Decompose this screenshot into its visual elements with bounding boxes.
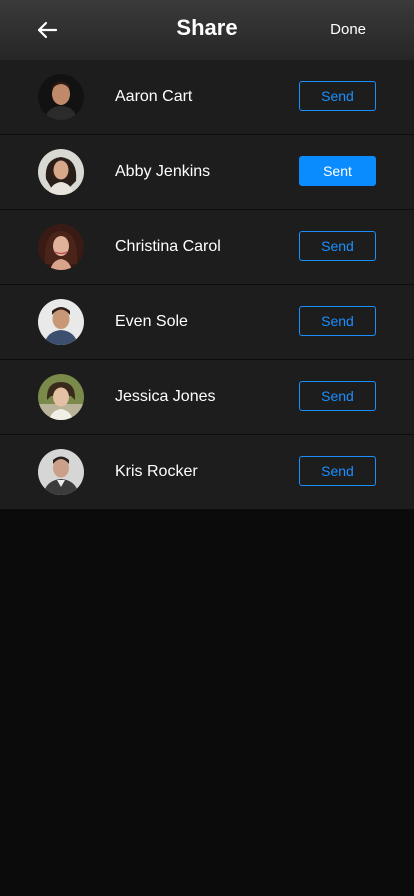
arrow-left-icon	[37, 21, 58, 39]
contact-list: Aaron Cart Send Abby Jenkins Sent Christ…	[0, 60, 414, 510]
avatar	[38, 299, 84, 345]
header-bar: Share Done	[0, 0, 414, 61]
avatar	[38, 149, 84, 195]
contact-name: Jessica Jones	[115, 388, 216, 405]
send-button[interactable]: Send	[299, 306, 376, 336]
contact-name: Even Sole	[115, 313, 188, 330]
avatar	[38, 374, 84, 420]
send-button[interactable]: Send	[299, 381, 376, 411]
send-button[interactable]: Send	[299, 231, 376, 261]
contact-name: Kris Rocker	[115, 463, 198, 480]
contact-row: Kris Rocker Send	[0, 435, 414, 510]
contact-row: Aaron Cart Send	[0, 60, 414, 135]
sent-button[interactable]: Sent	[299, 156, 376, 186]
contact-row: Christina Carol Send	[0, 210, 414, 285]
avatar	[38, 74, 84, 120]
contact-name: Christina Carol	[115, 238, 221, 255]
share-screen: Share Done Aaron Cart Send Abby Jenkins …	[0, 0, 414, 896]
contact-row: Jessica Jones Send	[0, 360, 414, 435]
contact-row: Abby Jenkins Sent	[0, 135, 414, 210]
contact-name: Abby Jenkins	[115, 163, 211, 180]
done-button[interactable]: Done	[330, 21, 366, 38]
avatar	[38, 449, 84, 495]
send-button[interactable]: Send	[299, 456, 376, 486]
send-button[interactable]: Send	[299, 81, 376, 111]
contact-name: Aaron Cart	[115, 88, 193, 105]
contact-row: Even Sole Send	[0, 285, 414, 360]
back-button[interactable]	[30, 14, 64, 46]
avatar	[38, 224, 84, 270]
